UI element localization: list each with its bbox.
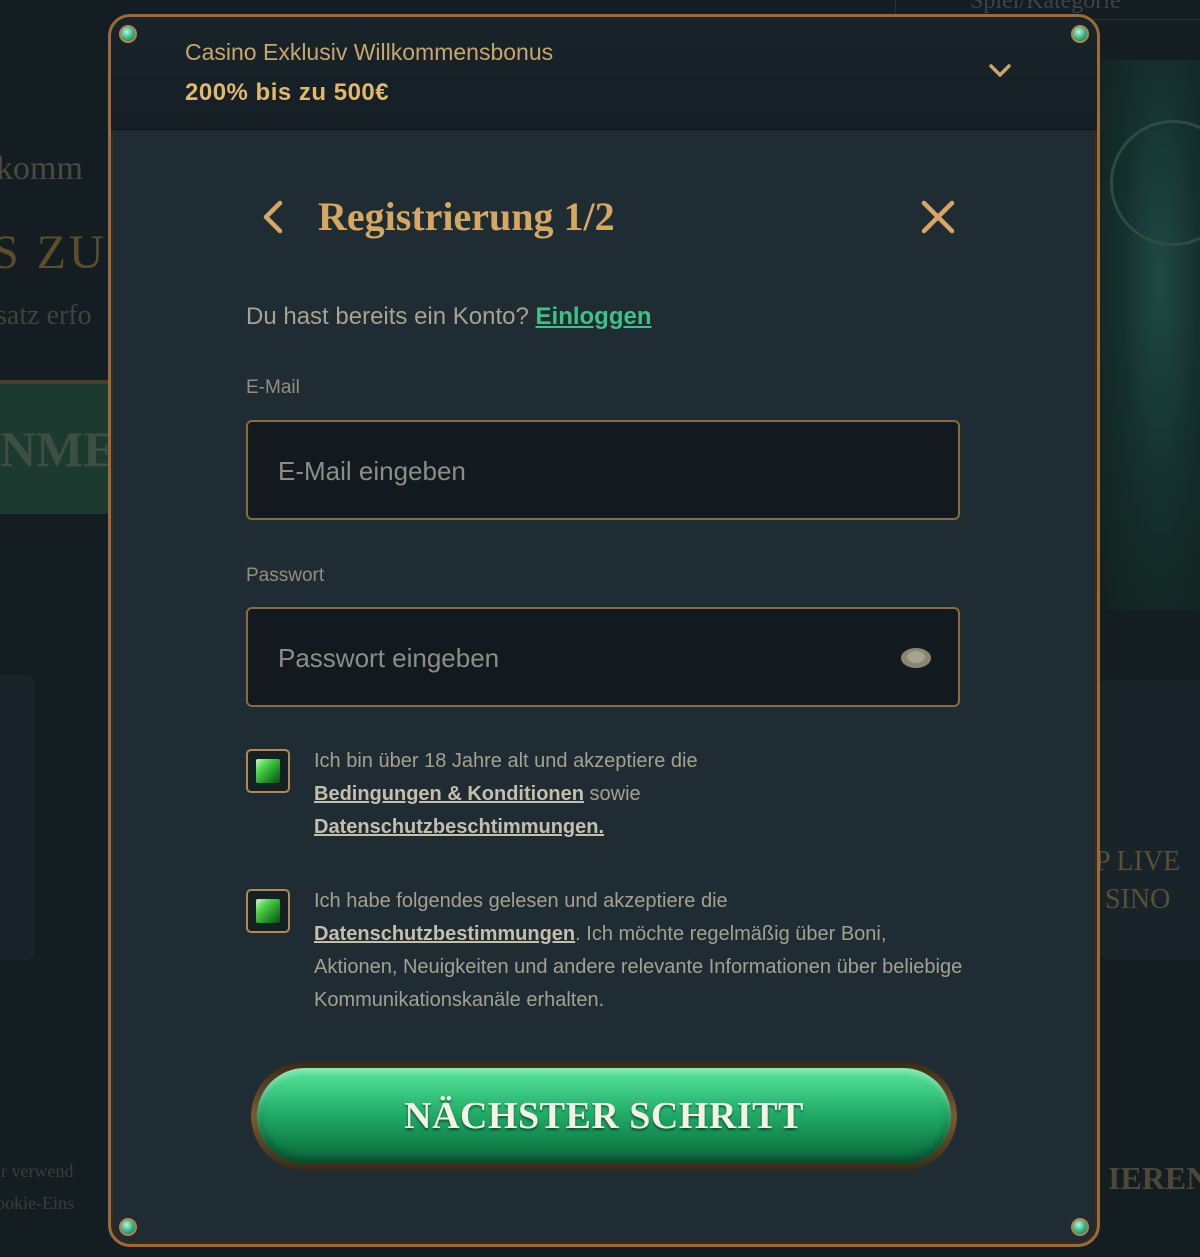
corner-gem-icon [119,25,137,43]
terms-text-part: sowie [589,783,641,805]
next-step-button-face: NÄCHSTER SCHRITT [257,1068,951,1164]
login-prompt-text: Du hast bereits ein Konto? [246,303,529,330]
privacy-policy-link[interactable]: Datenschutzbestimmungen [314,923,575,945]
login-prompt: Du hast bereits ein Konto? Einloggen [246,303,652,331]
next-step-button-label: NÄCHSTER SCHRITT [404,1095,804,1137]
terms-text: Ich bin über 18 Jahre alt und akzeptiere… [314,745,974,844]
background-cookie-line: ookie-Eins [0,1193,74,1213]
next-step-button[interactable]: NÄCHSTER SCHRITT [251,1062,957,1170]
marketing-text: Ich habe folgendes gelesen und akzeptier… [314,885,974,1017]
bonus-title: Casino Exklusiv Willkommensbonus [185,39,554,65]
background-search-text: Spiel/Kategorie [970,0,1121,14]
chevron-down-icon[interactable] [987,57,1013,83]
background-bonus-text: S ZU [0,226,107,279]
terms-text-part: Ich bin über 18 Jahre alt und akzeptiere… [314,750,698,772]
close-icon[interactable] [918,197,958,237]
chevron-left-icon[interactable] [256,197,288,237]
bonus-bar[interactable]: Casino Exklusiv Willkommensbonus 200% bi… [111,17,1097,130]
password-field[interactable] [276,609,880,707]
background-cookie-line: ir verwend [0,1161,74,1181]
background-live-casino-line: SINO [1105,884,1171,915]
email-label: E-Mail [246,377,300,398]
gem-check-icon [256,759,280,783]
login-link[interactable]: Einloggen [536,303,652,330]
marketing-checkbox-row: Ich habe folgendes gelesen und akzeptier… [246,889,962,1029]
terms-conditions-link[interactable]: Bedingungen & Konditionen [314,783,584,805]
corner-gem-icon [1071,25,1089,43]
eye-icon[interactable] [900,647,932,669]
corner-gem-icon [1071,1218,1089,1236]
registration-modal: Casino Exklusiv Willkommensbonus 200% bi… [108,14,1100,1247]
background-button-text: NME [0,421,117,477]
background-live-casino-text: P LIVE SINO [1095,843,1180,919]
background-cookie-text: ir verwend ookie-Eins [0,1155,74,1219]
email-field-wrapper [246,420,960,520]
email-field[interactable] [276,422,880,520]
background-live-casino-line: P LIVE [1095,846,1181,877]
password-label: Passwort [246,565,325,586]
bonus-amount: 200% bis zu 500€ [185,79,390,106]
corner-gem-icon [119,1218,137,1236]
marketing-text-part: Ich habe folgendes gelesen und akzeptier… [314,890,728,912]
password-field-wrapper [246,607,960,707]
background-card [0,675,35,960]
privacy-policy-link[interactable]: Datenschutzbeschtimmungen. [314,816,604,838]
background-wager-text: satz erfo [0,300,92,331]
marketing-checkbox[interactable] [246,889,290,933]
modal-header: Registrierung 1/2 [246,189,976,249]
gem-check-icon [256,899,280,923]
background-welcome-text: komm [0,150,83,187]
background-register-text: IEREN [1108,1160,1200,1196]
terms-checkbox[interactable] [246,749,290,793]
terms-checkbox-row: Ich bin über 18 Jahre alt und akzeptiere… [246,749,960,849]
page-title: Registrierung 1/2 [318,194,615,239]
